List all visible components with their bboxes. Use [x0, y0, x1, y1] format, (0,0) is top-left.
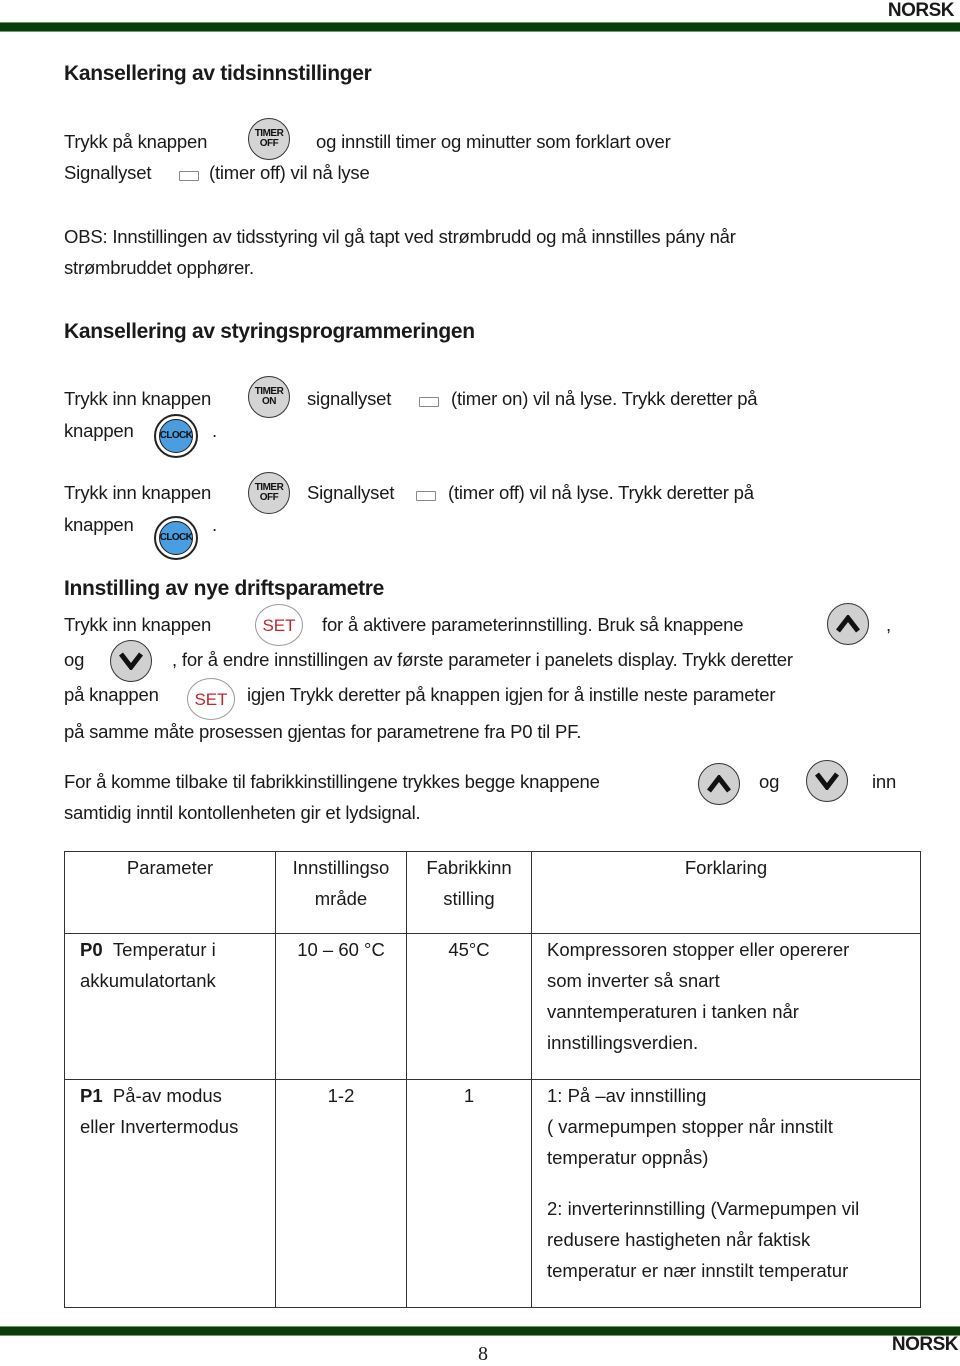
section-title-cancel-programming: Kansellering av styringsprogrammeringen	[64, 320, 475, 343]
clock-button-icon: CLOCK	[154, 516, 198, 560]
chevron-up-icon	[836, 615, 860, 633]
text: igjen Trykk deretter på knappen igjen fo…	[247, 684, 776, 705]
chevron-down-icon	[119, 652, 143, 670]
text: på knappen	[64, 684, 159, 705]
signal-light-icon	[179, 171, 199, 181]
text: Trykk inn knappen	[64, 482, 212, 503]
header-language-label: NORSK	[887, 0, 955, 21]
text: Signallyset	[64, 162, 152, 183]
arrow-up-button-icon	[698, 763, 740, 805]
explanation-line: som inverter så snart	[547, 970, 720, 991]
text: Trykk på knappen	[64, 131, 208, 152]
note-text: strømbruddet opphører.	[64, 257, 254, 278]
header-label: stilling	[443, 888, 495, 909]
page-number: 8	[478, 1343, 488, 1365]
set-button-icon: SET	[255, 604, 303, 646]
text: (timer off) vil nå lyse	[209, 162, 370, 183]
cell-explanation: Kompressoren stopper eller opererer som …	[531, 933, 921, 1080]
text: .	[212, 514, 217, 535]
text: knappen	[64, 514, 134, 535]
parameter-table: Parameter Innstillingso mråde Fabrikkinn s…	[64, 851, 921, 1308]
header-explanation: Forklaring	[531, 851, 921, 934]
text: For å komme tilbake til fabrikkinstillin…	[64, 771, 600, 792]
button-label: CLOCK	[159, 419, 193, 453]
header-label: Forklaring	[684, 857, 768, 878]
signal-light-icon	[416, 491, 436, 501]
explanation-line: Kompressoren stopper eller opererer	[547, 939, 850, 960]
param-name: Temperatur i	[112, 939, 216, 960]
note-text: OBS: Innstillingen av tidsstyring vil gå…	[64, 226, 736, 247]
footer-divider-bar	[0, 1326, 960, 1336]
set-button-icon: SET	[187, 678, 235, 720]
button-label: ON	[262, 396, 277, 407]
timer-off-button-icon: TIMER OFF	[248, 472, 290, 514]
text: Trykk inn knappen	[64, 388, 212, 409]
param-name: På-av modus	[112, 1085, 222, 1106]
explanation-line: temperatur oppnås)	[547, 1147, 709, 1168]
table-row: P1 På-av modus eller Invertermodus 1-2 1 …	[64, 1079, 921, 1308]
button-label: CLOCK	[159, 521, 193, 555]
clock-button-icon: CLOCK	[154, 414, 198, 458]
param-code: P0	[80, 939, 103, 960]
text: på samme måte prosessen gjentas for para…	[64, 721, 582, 742]
text: inn	[872, 771, 897, 792]
cell-range: 1-2	[275, 1079, 407, 1308]
text: , for å endre innstillingen av første pa…	[172, 649, 793, 670]
text: signallyset	[307, 388, 392, 409]
arrow-down-button-icon	[806, 760, 848, 802]
explanation-line: vanntemperaturen i tanken når	[547, 1001, 799, 1022]
arrow-up-button-icon	[827, 603, 869, 645]
cell-parameter: P1 På-av modus eller Invertermodus	[64, 1079, 276, 1308]
header-label: Parameter	[126, 857, 214, 878]
text: (timer on) vil nå lyse. Trykk deretter p…	[451, 388, 758, 409]
header-parameter: Parameter	[64, 851, 276, 934]
text: for å aktivere parameterinnstilling. Bru…	[322, 614, 744, 635]
explanation-line: redusere hastigheten når faktisk	[547, 1229, 811, 1250]
section-title-new-parameters: Innstilling av nye driftsparametre	[64, 577, 385, 600]
explanation-line: ( varmepumpen stopper når innstilt	[547, 1116, 833, 1137]
text: ,	[886, 614, 891, 635]
footer-language-label: NORSK	[891, 1334, 959, 1355]
cell-explanation: 1: På –av innstilling ( varmepumpen stop…	[531, 1079, 921, 1308]
explanation-spacer	[547, 1173, 920, 1193]
text: og innstill timer og minutter som forkla…	[316, 131, 671, 152]
text: samtidig inntil kontollenheten gir et ly…	[64, 802, 421, 823]
explanation-line: innstillingsverdien.	[547, 1032, 699, 1053]
param-name: akkumulatortank	[80, 970, 216, 991]
signal-light-icon	[419, 397, 439, 407]
header-label: Innstillingso	[292, 857, 390, 878]
cell-range: 10 – 60 °C	[275, 933, 407, 1080]
cell-parameter: P0 Temperatur i akkumulatortank	[64, 933, 276, 1080]
button-label: OFF	[259, 138, 279, 149]
cell-default: 1	[406, 1079, 532, 1308]
text: og	[64, 649, 85, 670]
arrow-down-button-icon	[110, 640, 152, 682]
header-range: Innstillingso mråde	[275, 851, 407, 934]
explanation-line: temperatur er nær innstilt temperatur	[547, 1260, 849, 1281]
chevron-down-icon	[815, 772, 839, 790]
text: Trykk inn knappen	[64, 614, 212, 635]
cell-default: 45°C	[406, 933, 532, 1080]
text: .	[212, 420, 217, 441]
chevron-up-icon	[707, 775, 731, 793]
timer-on-button-icon: TIMER ON	[248, 376, 290, 418]
explanation-line: 1: På –av innstilling	[547, 1085, 707, 1106]
param-code: P1	[80, 1085, 103, 1106]
table-row: P0 Temperatur i akkumulatortank 10 – 60 °…	[64, 933, 921, 1080]
param-name: eller Invertermodus	[80, 1116, 239, 1137]
section-title-cancel-timer: Kansellering av tidsinnstillinger	[64, 62, 372, 85]
header-label: Fabrikkinn	[426, 857, 512, 878]
header-label: mråde	[314, 888, 368, 909]
explanation-line: 2: inverterinnstilling (Varmepumpen vil	[547, 1198, 860, 1219]
table-header-row: Parameter Innstillingso mråde Fabrikkinn s…	[64, 851, 921, 934]
text: Signallyset	[307, 482, 395, 503]
text: og	[759, 771, 780, 792]
timer-off-button-icon: TIMER OFF	[248, 118, 290, 160]
header-default: Fabrikkinn stilling	[406, 851, 532, 934]
button-label: OFF	[259, 492, 279, 503]
text: (timer off) vil nå lyse. Trykk deretter …	[448, 482, 754, 503]
text: knappen	[64, 420, 134, 441]
header-divider-bar	[0, 22, 960, 32]
